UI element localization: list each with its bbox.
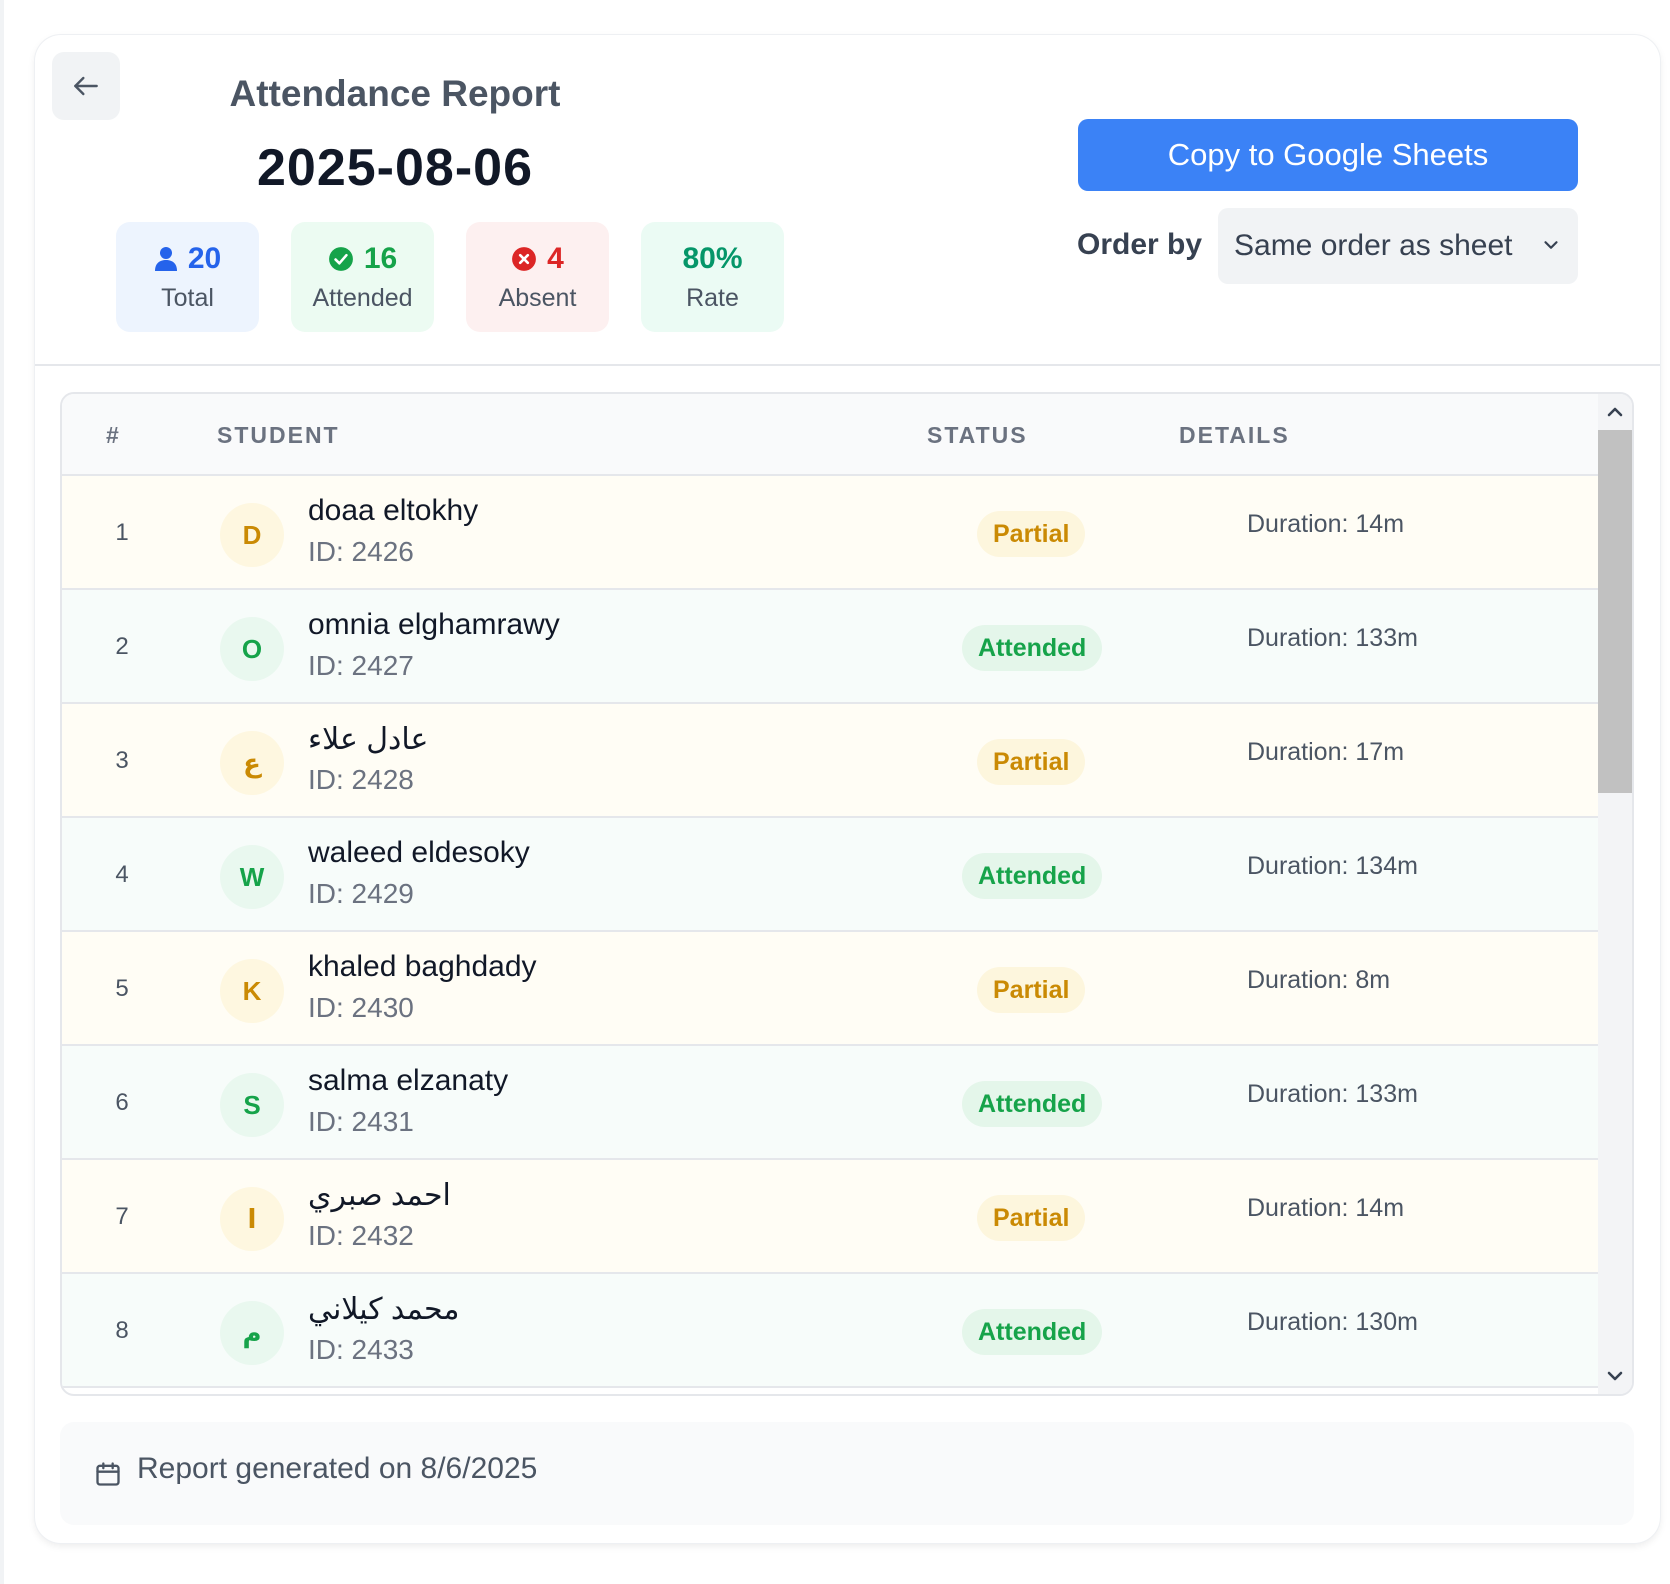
table-row[interactable]: 2 O omnia elghamrawy ID: 2427 Attended D… [62, 590, 1598, 704]
x-circle-icon [512, 247, 537, 271]
report-date: 2025-08-06 [257, 139, 533, 197]
row-number: 4 [115, 861, 129, 888]
stat-absent-value: 4 [547, 242, 564, 275]
student-name: waleed eldesoky [308, 836, 530, 869]
order-by-selected: Same order as sheet [1234, 229, 1513, 262]
status-badge: Partial [977, 739, 1086, 785]
stat-total-label: Total [161, 284, 214, 312]
copy-to-google-sheets-button[interactable]: Copy to Google Sheets [1078, 119, 1578, 191]
order-by-select[interactable]: Same order as sheet [1218, 208, 1578, 284]
avatar: D [220, 503, 284, 567]
column-header-status: STATUS [927, 422, 1028, 448]
stat-attended-value: 16 [363, 242, 398, 275]
order-by-label: Order by [1077, 228, 1203, 261]
column-header-number: # [106, 422, 121, 448]
student-id: ID: 2427 [308, 650, 414, 681]
student-id: ID: 2430 [308, 992, 414, 1023]
row-details: Duration: 14m [1247, 1194, 1405, 1222]
stat-total-value: 20 [187, 242, 222, 275]
student-id: ID: 2431 [308, 1106, 414, 1137]
stat-total: 20 Total [116, 222, 259, 332]
column-header-student: STUDENT [217, 422, 340, 448]
user-icon [154, 247, 177, 271]
avatar: W [220, 845, 284, 909]
row-number: 3 [115, 747, 129, 774]
row-details: Duration: 134m [1247, 852, 1418, 880]
avatar: S [220, 1073, 284, 1137]
status-badge: Attended [962, 625, 1103, 671]
page-edge [0, 0, 4, 1584]
student-id: ID: 2429 [308, 878, 414, 909]
table-row[interactable]: 4 W waleed eldesoky ID: 2429 Attended Du… [62, 818, 1598, 932]
student-name: salma elzanaty [308, 1064, 509, 1097]
row-number: 8 [115, 1317, 129, 1344]
status-badge: Attended [962, 853, 1103, 899]
avatar: O [220, 617, 284, 681]
table-row[interactable]: 7 ا احمد صبري ID: 2432 Partial Duration:… [62, 1160, 1598, 1274]
row-number: 5 [115, 975, 129, 1002]
chevron-down-icon [1544, 241, 1558, 249]
table-row[interactable]: 8 م محمد كيلاني ID: 2433 Attended Durati… [62, 1274, 1598, 1388]
table-row[interactable]: 6 S salma elzanaty ID: 2431 Attended Dur… [62, 1046, 1598, 1160]
scrollbar-thumb[interactable] [1598, 430, 1632, 793]
student-name: khaled baghdady [308, 950, 537, 983]
status-badge: Partial [977, 967, 1086, 1013]
chevron-down-icon[interactable] [1603, 1364, 1627, 1388]
check-circle-icon [328, 247, 353, 271]
student-name: doaa eltokhy [308, 494, 479, 527]
page-title: Attendance Report [229, 73, 561, 114]
stat-absent-label: Absent [498, 284, 577, 312]
table-body: 1 D doaa eltokhy ID: 2426 Partial Durati… [62, 476, 1598, 1388]
student-name: عادل علاء [308, 723, 429, 756]
table-row[interactable]: 3 ع عادل علاء ID: 2428 Partial Duration:… [62, 704, 1598, 818]
arrow-left-icon [74, 76, 98, 96]
row-number: 7 [115, 1203, 129, 1230]
student-id: ID: 2428 [308, 764, 414, 795]
stat-rate-label: Rate [686, 284, 739, 312]
row-number: 1 [115, 519, 129, 546]
row-number: 2 [115, 633, 129, 660]
student-id: ID: 2432 [308, 1220, 414, 1251]
row-details: Duration: 8m [1247, 966, 1391, 994]
row-details: Duration: 130m [1247, 1308, 1418, 1336]
stat-absent: 4 Absent [466, 222, 609, 332]
status-badge: Partial [977, 1195, 1086, 1241]
report-footer: Report generated on 8/6/2025 [60, 1422, 1634, 1525]
header-divider [35, 364, 1660, 366]
row-details: Duration: 17m [1247, 738, 1405, 766]
attendance-table: # STUDENT STATUS DETAILS 1 D doaa eltokh… [60, 392, 1634, 1396]
status-badge: Attended [962, 1081, 1103, 1127]
student-name: احمد صبري [308, 1179, 451, 1212]
column-header-details: DETAILS [1179, 422, 1290, 448]
row-details: Duration: 133m [1247, 1080, 1418, 1108]
table-row[interactable]: 1 D doaa eltokhy ID: 2426 Partial Durati… [62, 476, 1598, 590]
table-header: # STUDENT STATUS DETAILS [62, 394, 1598, 476]
table-row[interactable]: 5 K khaled baghdady ID: 2430 Partial Dur… [62, 932, 1598, 1046]
student-name: محمد كيلاني [308, 1293, 460, 1326]
status-badge: Attended [962, 1309, 1103, 1355]
calendar-icon [96, 1462, 120, 1486]
avatar: ع [220, 731, 284, 795]
report-card: Attendance Report 2025-08-06 20 Total 16… [35, 35, 1660, 1543]
chevron-up-icon[interactable] [1603, 400, 1627, 424]
stat-rate: 80% Rate [641, 222, 784, 332]
back-button[interactable] [52, 52, 120, 120]
row-number: 6 [115, 1089, 129, 1116]
footer-text: Report generated on 8/6/2025 [137, 1452, 538, 1485]
avatar: ا [220, 1187, 284, 1251]
row-details: Duration: 133m [1247, 624, 1418, 652]
student-name: omnia elghamrawy [308, 608, 560, 641]
avatar: K [220, 959, 284, 1023]
avatar: م [220, 1301, 284, 1365]
row-details: Duration: 14m [1247, 510, 1405, 538]
table-scrollbar[interactable] [1598, 394, 1632, 1394]
stat-attended: 16 Attended [291, 222, 434, 332]
stat-attended-label: Attended [312, 284, 413, 312]
student-id: ID: 2433 [308, 1334, 414, 1365]
stat-rate-value: 80% [682, 242, 743, 275]
student-id: ID: 2426 [308, 536, 414, 567]
status-badge: Partial [977, 511, 1086, 557]
